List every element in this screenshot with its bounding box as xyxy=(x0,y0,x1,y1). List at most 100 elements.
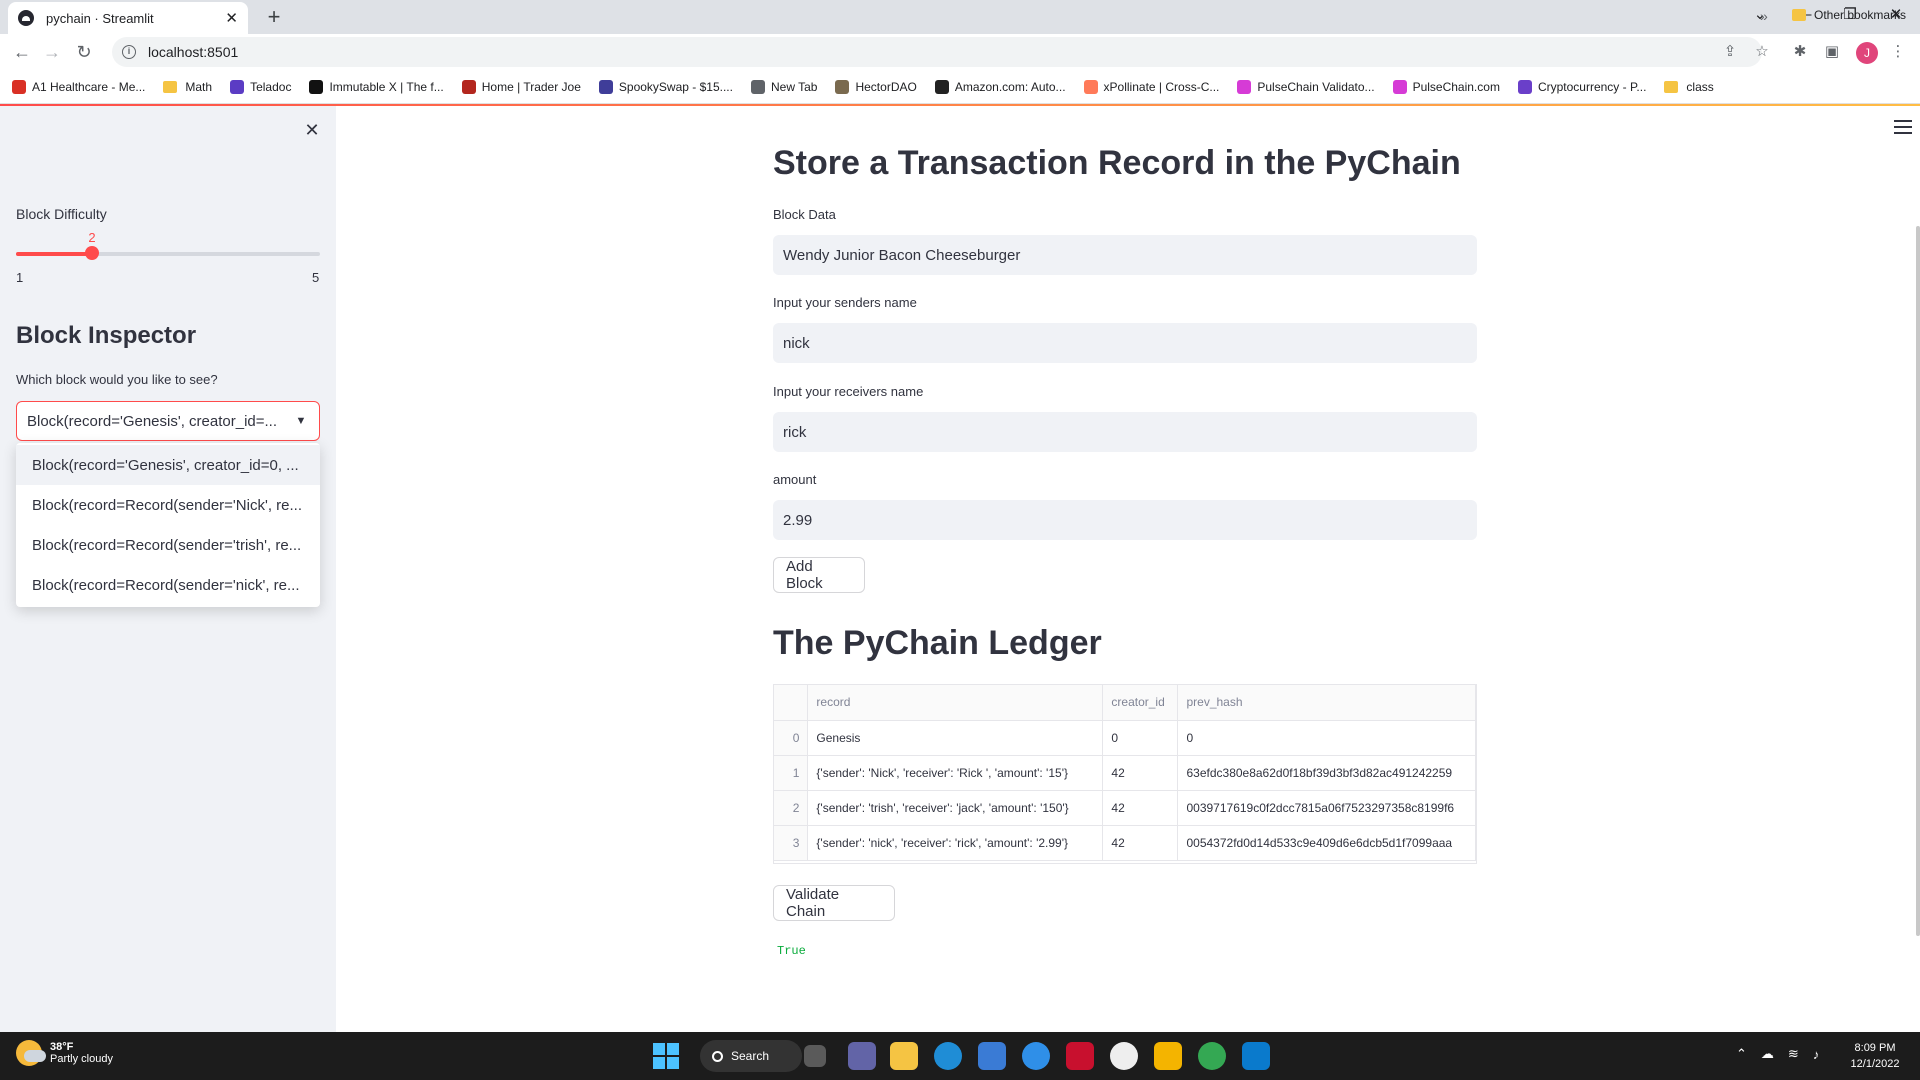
block-option[interactable]: Block(record=Record(sender='Nick', re... xyxy=(16,485,320,525)
block-option[interactable]: Block(record=Record(sender='nick', re... xyxy=(16,565,320,605)
volume-icon[interactable]: ♪ xyxy=(1813,1047,1820,1062)
bookmark-label: PulseChain Validato... xyxy=(1257,79,1375,94)
taskbar-search-label: Search xyxy=(731,1049,770,1063)
wifi-icon[interactable]: ≋ xyxy=(1788,1046,1799,1062)
bookmark-item[interactable]: New Tab xyxy=(750,79,817,94)
block-option[interactable]: Block(record=Record(sender='trish', re..… xyxy=(16,525,320,565)
other-bookmarks-folder[interactable]: Other bookmarks xyxy=(1792,8,1906,22)
bookmark-favicon-icon xyxy=(1517,79,1532,94)
chrome-icon[interactable] xyxy=(1198,1042,1226,1070)
difficulty-slider-max: 5 xyxy=(312,270,320,285)
bookmark-label: Teladoc xyxy=(250,79,292,94)
streamlit-favicon-icon xyxy=(18,10,34,26)
bookmark-item[interactable]: xPollinate | Cross-C... xyxy=(1083,79,1219,94)
bookmark-favicon-icon xyxy=(12,79,26,94)
bookmark-item[interactable]: A1 Healthcare - Me... xyxy=(12,79,146,94)
address-url: localhost:8501 xyxy=(148,44,239,60)
bookmark-item[interactable]: Home | Trader Joe xyxy=(461,79,581,94)
address-bar[interactable]: i localhost:8501 xyxy=(112,37,1762,67)
site-info-icon[interactable]: i xyxy=(122,45,136,59)
bookmark-item[interactable]: PulseChain Validato... xyxy=(1237,79,1375,94)
profile-avatar[interactable]: J xyxy=(1856,42,1878,64)
bookmark-item[interactable]: Math xyxy=(163,80,212,94)
sender-name-input[interactable]: nick xyxy=(773,323,1477,363)
new-tab-button[interactable]: + xyxy=(260,4,288,32)
receiver-name-input[interactable]: rick xyxy=(773,412,1477,452)
block-select[interactable]: Block(record='Genesis', creator_id=... ▼ xyxy=(16,401,320,441)
validation-result: True xyxy=(777,944,806,958)
bookmark-item[interactable]: class xyxy=(1664,80,1714,94)
share-icon[interactable]: ⇪ xyxy=(1720,42,1740,62)
weather-condition: Partly cloudy xyxy=(50,1053,113,1065)
block-data-label: Block Data xyxy=(773,207,836,222)
table-row[interactable]: 3 {'sender': 'nick', 'receiver': 'rick', … xyxy=(774,825,1476,861)
difficulty-slider-track[interactable] xyxy=(16,252,320,256)
difficulty-slider-value: 2 xyxy=(88,230,96,245)
file-explorer-icon[interactable] xyxy=(890,1042,918,1070)
weather-widget[interactable]: 38°F Partly cloudy xyxy=(16,1040,113,1066)
bookmark-label: SpookySwap - $15.... xyxy=(618,79,733,94)
github-icon[interactable] xyxy=(1110,1042,1138,1070)
ledger-column-header[interactable] xyxy=(774,685,809,721)
chevron-down-icon[interactable]: ▼ xyxy=(283,415,319,427)
table-row[interactable]: 2 {'sender': 'trish', 'receiver': 'jack',… xyxy=(774,790,1476,826)
ledger-column-header[interactable]: creator_id xyxy=(1102,685,1179,721)
table-row[interactable]: 0 Genesis 0 0 xyxy=(774,720,1476,756)
microsoft-store-icon[interactable] xyxy=(978,1042,1006,1070)
teams-chat-icon[interactable] xyxy=(848,1042,876,1070)
weather-app-icon[interactable] xyxy=(1022,1042,1050,1070)
bookmark-item[interactable]: Immutable X | The f... xyxy=(309,79,444,94)
windows-start-icon[interactable] xyxy=(652,1042,680,1070)
onedrive-cloud-icon[interactable]: ☁ xyxy=(1761,1046,1774,1062)
amount-label: amount xyxy=(773,472,817,487)
bookmark-item[interactable]: PulseChain.com xyxy=(1392,79,1500,94)
ledger-table[interactable]: record creator_id prev_hash 0 Genesis 0 0 1 {'s… xyxy=(773,684,1477,864)
bookmark-item[interactable]: Cryptocurrency - P... xyxy=(1517,79,1646,94)
back-arrow-icon[interactable]: ← xyxy=(8,38,36,66)
receiver-name-label: Input your receivers name xyxy=(773,384,924,399)
hamburger-menu-icon[interactable] xyxy=(1894,120,1912,134)
table-row[interactable]: 1 {'sender': 'Nick', 'receiver': 'Rick ',… xyxy=(774,755,1476,791)
vscode-icon[interactable] xyxy=(1242,1042,1270,1070)
bookmark-label: A1 Healthcare - Me... xyxy=(32,79,146,94)
bookmark-item[interactable]: HectorDAO xyxy=(835,79,917,94)
chevron-up-icon[interactable]: ⌃ xyxy=(1736,1046,1747,1062)
amount-input[interactable]: 2.99 xyxy=(773,500,1477,540)
table-cell: 42 xyxy=(1102,790,1179,826)
mcafee-icon[interactable] xyxy=(1066,1042,1094,1070)
clock-time: 8:09 PM xyxy=(1854,1042,1896,1054)
block-inspector-heading: Block Inspector xyxy=(16,322,197,349)
extensions-puzzle-icon[interactable]: ✱ xyxy=(1790,42,1810,62)
block-option[interactable]: Block(record='Genesis', creator_id=0, ..… xyxy=(16,445,320,485)
task-view-icon[interactable] xyxy=(804,1045,826,1067)
bookmark-item[interactable]: Amazon.com: Auto... xyxy=(934,79,1066,94)
validate-chain-button[interactable]: Validate Chain xyxy=(773,885,895,921)
scrollbar[interactable] xyxy=(1916,226,1920,936)
bookmark-favicon-icon xyxy=(1392,79,1407,94)
difficulty-slider-thumb[interactable] xyxy=(85,246,99,260)
taskbar-search-button[interactable]: Search xyxy=(700,1040,802,1072)
gitkraken-icon[interactable] xyxy=(1154,1042,1182,1070)
bookmarks-overflow-icon[interactable]: » xyxy=(1760,8,1768,24)
ledger-title: The PyChain Ledger xyxy=(773,624,1102,662)
browser-tab[interactable]: pychain · Streamlit ✕ xyxy=(8,2,248,34)
bookmark-item[interactable]: SpookySwap - $15.... xyxy=(598,79,733,94)
sidebar: ✕ Block Difficulty 2 1 5 Block Inspector… xyxy=(0,106,336,1032)
side-panel-icon[interactable]: ▣ xyxy=(1822,42,1842,62)
forward-arrow-icon[interactable]: → xyxy=(38,38,66,66)
table-cell: {'sender': 'Nick', 'receiver': 'Rick ', … xyxy=(807,755,1104,791)
block-data-input[interactable]: Wendy Junior Bacon Cheeseburger xyxy=(773,235,1477,275)
folder-icon xyxy=(1664,80,1679,93)
ledger-column-header[interactable]: record xyxy=(807,685,1104,721)
reload-icon[interactable]: ↻ xyxy=(70,38,98,66)
edge-browser-icon[interactable] xyxy=(934,1042,962,1070)
bookmark-item[interactable]: Teladoc xyxy=(230,79,292,94)
ledger-column-header[interactable]: prev_hash xyxy=(1177,685,1476,721)
add-block-button[interactable]: Add Block xyxy=(773,557,865,593)
tab-close-icon[interactable]: ✕ xyxy=(225,9,238,27)
browser-menu-kebab-icon[interactable]: ⋮ xyxy=(1888,42,1908,62)
clock-date: 12/1/2022 xyxy=(1850,1058,1900,1070)
bookmark-star-icon[interactable]: ☆ xyxy=(1752,42,1772,62)
taskbar-clock[interactable]: 8:09 PM 12/1/2022 xyxy=(1840,1040,1910,1072)
sidebar-close-icon[interactable]: ✕ xyxy=(302,120,322,140)
